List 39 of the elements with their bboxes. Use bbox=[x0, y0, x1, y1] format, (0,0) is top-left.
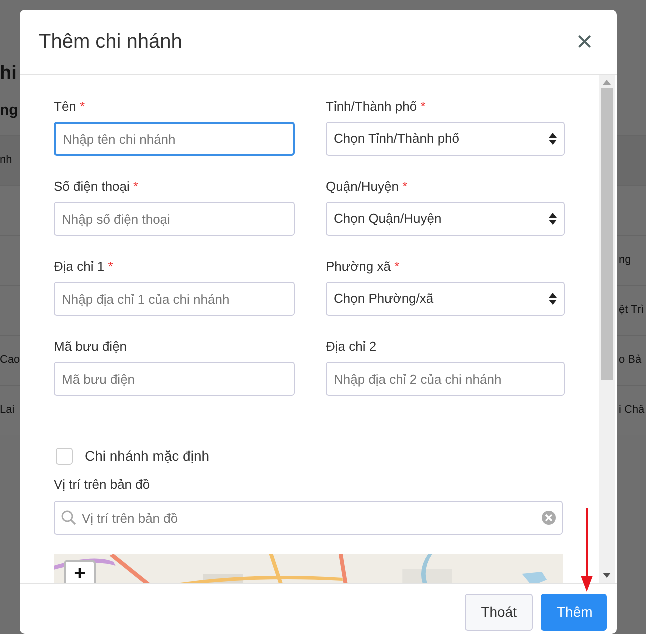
table-cell-text: nh bbox=[0, 153, 12, 168]
input-field[interactable]: Nhập địa chỉ 1 của chi nhánh bbox=[54, 282, 295, 316]
input-field[interactable]: Mã bưu điện bbox=[54, 362, 295, 396]
input-field[interactable]: Nhập địa chỉ 2 của chi nhánh bbox=[326, 362, 565, 396]
field-label: Tên * bbox=[54, 98, 86, 116]
select-arrows-icon bbox=[549, 293, 557, 305]
field-label: Vị trí trên bản đồ bbox=[54, 476, 152, 494]
select-field[interactable]: Chọn Tỉnh/Thành phố bbox=[326, 122, 565, 156]
table-cell-text: i Châ bbox=[619, 403, 645, 418]
search-field[interactable]: Vị trí trên bản đồ bbox=[54, 501, 563, 535]
select-arrows-icon bbox=[549, 133, 557, 145]
zoom-in-button[interactable]: + bbox=[64, 560, 96, 583]
select-arrows-icon bbox=[549, 213, 557, 225]
table-cell-text: Cao bbox=[0, 353, 20, 368]
clear-icon[interactable] bbox=[542, 511, 556, 525]
table-cell-text: ệt Trì bbox=[619, 303, 644, 318]
section-heading: ng bbox=[0, 101, 18, 121]
table-cell-text: o Bả bbox=[619, 353, 642, 368]
page-title: hi bbox=[0, 62, 17, 86]
input-field[interactable]: Nhập tên chi nhánh bbox=[54, 122, 295, 156]
close-button[interactable]: × bbox=[572, 28, 597, 56]
field-label: Mã bưu điện bbox=[54, 338, 128, 356]
field-label: Phường xã * bbox=[326, 258, 401, 276]
field-label: Quận/Huyện * bbox=[326, 178, 409, 196]
select-field[interactable]: Chọn Phường/xã bbox=[326, 282, 565, 316]
field-label: Tỉnh/Thành phố * bbox=[326, 98, 427, 116]
field-label: Địa chỉ 1 * bbox=[54, 258, 114, 276]
checkbox-label: Chi nhánh mặc định bbox=[85, 446, 210, 466]
input-field[interactable]: Nhập số điện thoại bbox=[54, 202, 295, 236]
field-label: Số điện thoại * bbox=[54, 178, 140, 196]
search-icon bbox=[61, 510, 77, 526]
scrollbar[interactable] bbox=[599, 75, 615, 583]
checkbox[interactable] bbox=[56, 448, 73, 464]
modal-title: Thêm chi nhánh bbox=[39, 30, 182, 54]
table-cell-text: Lai bbox=[0, 403, 15, 418]
select-field[interactable]: Chọn Quận/Huyện bbox=[326, 202, 565, 236]
table-cell-text: ng bbox=[619, 253, 632, 268]
field-label: Địa chỉ 2 bbox=[326, 338, 378, 356]
cancel-button[interactable]: Thoát bbox=[465, 594, 533, 631]
